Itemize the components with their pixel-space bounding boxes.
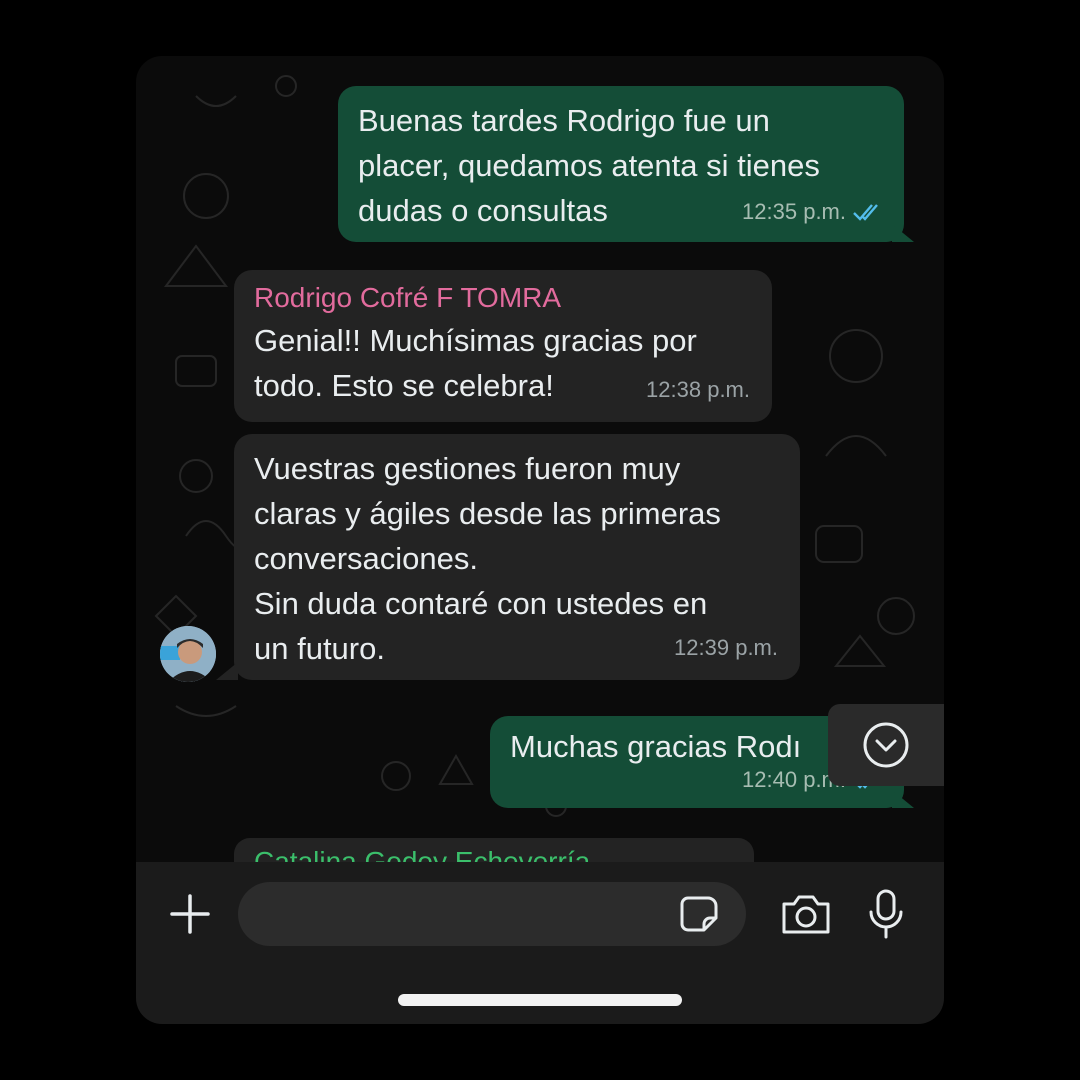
avatar[interactable]: [160, 626, 216, 682]
sticker-icon[interactable]: [680, 894, 720, 934]
microphone-icon[interactable]: [866, 888, 906, 940]
double-check-icon: [853, 203, 878, 221]
scroll-to-bottom-button[interactable]: [828, 704, 944, 786]
message-time: 12:38 p.m.: [646, 377, 750, 402]
message-input[interactable]: [238, 882, 746, 946]
message-time: 12:39 p.m.: [674, 635, 778, 660]
avatar-image: [160, 626, 216, 682]
phone-screen: Buenas tardes Rodrigo fue un placer, que…: [136, 56, 944, 1024]
message-time: 12:35 p.m.: [742, 199, 846, 224]
message-incoming-partial[interactable]: Catalina Godoy Echeverría: [234, 838, 754, 862]
camera-icon[interactable]: [780, 892, 832, 936]
chat-messages[interactable]: Buenas tardes Rodrigo fue un placer, que…: [136, 56, 944, 862]
message-meta: 12:38 p.m.: [646, 367, 750, 412]
composer-bar: [136, 862, 944, 1024]
sender-name[interactable]: Catalina Godoy Echeverría: [254, 846, 590, 862]
bubble-tail: [892, 224, 914, 242]
message-incoming[interactable]: Vuestras gestiones fueron muy claras y á…: [234, 434, 800, 680]
message-meta: 12:39 p.m.: [674, 625, 778, 670]
chevron-down-icon: [863, 722, 909, 768]
home-indicator: [398, 994, 682, 1006]
bubble-tail: [892, 790, 914, 808]
message-meta: 12:35 p.m.: [742, 189, 882, 234]
message-outgoing[interactable]: Buenas tardes Rodrigo fue un placer, que…: [338, 86, 904, 242]
message-incoming[interactable]: Rodrigo Cofré F TOMRA Genial!! Muchísima…: [234, 270, 772, 422]
sender-name[interactable]: Rodrigo Cofré F TOMRA: [254, 280, 752, 316]
bubble-tail: [216, 662, 238, 680]
plus-icon[interactable]: [168, 892, 212, 936]
